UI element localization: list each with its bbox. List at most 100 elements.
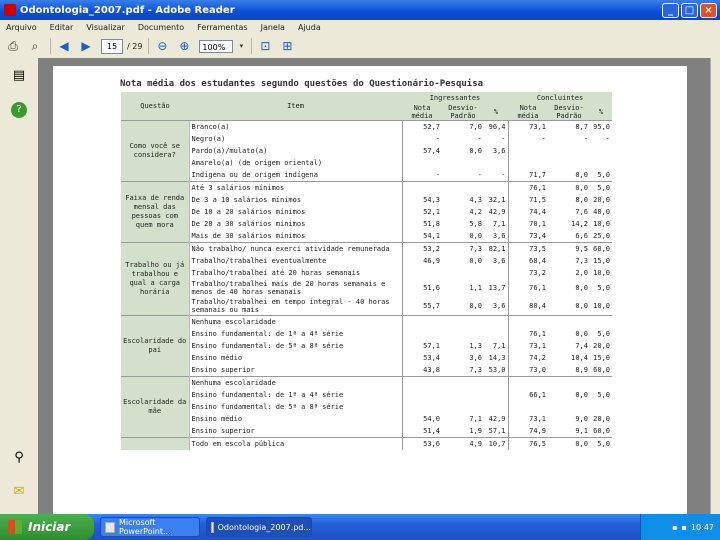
zoom-level-select[interactable]: 100%: [199, 39, 234, 53]
menu-janela[interactable]: Janela: [261, 23, 285, 32]
value-cell: [484, 181, 508, 194]
table-row: Indígena ou de origem indígena - - -71,7 0,0…: [121, 169, 612, 182]
comments-icon[interactable]: ✉: [11, 484, 27, 500]
header-item: Item: [189, 92, 402, 121]
table-row: De 3 a 10 salários mínimos 54,3 4,3 32,1 71,…: [121, 194, 612, 206]
value-cell: 0,0: [548, 181, 590, 194]
table-row: Escolaridade da mãe Nenhuma escolaridade: [121, 376, 612, 438]
item-cell: Ensino fundamental: de 1ª a 4ª série: [188, 328, 402, 340]
maximize-button[interactable]: □: [681, 2, 698, 18]
table-row: Trabalho ou já trabalhou e qual a carga …: [121, 242, 612, 316]
value-cell: -: [501, 171, 506, 179]
item-cell: Nenhuma escolaridade: [188, 315, 402, 328]
value-cell: 76,1: [507, 279, 548, 297]
dropdown-arrow-icon[interactable]: ▾: [237, 37, 245, 55]
value-cell: 73,1: [507, 340, 548, 352]
value-cell: [401, 401, 442, 413]
value-cell: [442, 315, 484, 328]
item-cell: Negro(a): [188, 133, 402, 145]
table-row: Ensino superior 43,8 7,3 53,0 73,0 8,9 60,0: [121, 364, 612, 377]
item-cell: Indígena ou de origem indígena: [188, 169, 402, 182]
search-icon[interactable]: ⌕: [26, 37, 44, 55]
zoom-out-icon[interactable]: ⊖: [153, 37, 171, 55]
value-cell: -: [583, 135, 588, 143]
value-cell: 20,0: [593, 415, 610, 423]
value-cell: 32,1: [488, 196, 506, 204]
value-cell: 3,6: [492, 302, 506, 310]
value-cell: [590, 145, 612, 157]
value-cell: 73,0: [507, 364, 548, 377]
task-powerpoint[interactable]: Microsoft PowerPoint...: [100, 517, 200, 537]
value-cell: 3,6: [492, 147, 506, 155]
value-cell: 60,0: [593, 427, 610, 435]
value-cell: 7,3: [442, 242, 484, 255]
volume-icon[interactable]: ▪: [682, 523, 687, 532]
table-row: Faixa de renda mensal das pessoas com qu…: [121, 181, 612, 243]
previous-page-icon[interactable]: ◀: [55, 37, 73, 55]
header-ingressantes: Ingressantes: [402, 92, 508, 104]
header-nota-media: Nota média: [402, 104, 442, 121]
value-cell: [548, 401, 590, 413]
close-button[interactable]: ×: [700, 2, 717, 18]
item-cell: De 3 a 10 salários mínimos: [188, 194, 402, 206]
menu-ferramentas[interactable]: Ferramentas: [197, 23, 247, 32]
value-cell: -: [501, 135, 506, 143]
menu-editar[interactable]: Editar: [50, 23, 74, 32]
header-questao: Questão: [121, 92, 189, 121]
value-cell: 15,0: [593, 354, 610, 362]
print-icon[interactable]: ⎙: [4, 37, 22, 55]
value-cell: [442, 389, 484, 401]
value-cell: [484, 315, 508, 328]
value-cell: 0,0: [469, 147, 482, 155]
title-bar: Odontologia_2007.pdf - Adobe Reader _ □ …: [0, 0, 720, 20]
value-cell: 20,0: [593, 196, 610, 204]
fit-width-icon[interactable]: ⊞: [278, 37, 296, 55]
value-cell: 9,0: [575, 415, 588, 423]
value-cell: [401, 267, 442, 279]
value-cell: 80,4: [507, 297, 548, 316]
item-cell: De 10 a 20 salários mínimos: [188, 206, 402, 218]
value-cell: 57,1: [488, 427, 506, 435]
value-cell: 57,4: [401, 145, 442, 157]
value-cell: 57,1: [401, 340, 442, 352]
question-cell: Trabalho ou já trabalhou e qual a carga …: [121, 242, 189, 316]
value-cell: 73,4: [507, 230, 548, 243]
value-cell: [401, 328, 442, 340]
pages-icon[interactable]: ▤: [11, 68, 27, 84]
value-cell: 82,1: [484, 242, 508, 255]
network-icon[interactable]: ▪: [672, 523, 677, 532]
value-cell: 51,4: [401, 425, 442, 438]
menu-ajuda[interactable]: Ajuda: [298, 23, 321, 32]
value-cell: [401, 181, 442, 194]
value-cell: 52,7: [401, 120, 442, 133]
vertical-scrollbar[interactable]: [710, 58, 720, 514]
minimize-button[interactable]: _: [662, 2, 679, 18]
value-cell: 2,0: [575, 269, 588, 277]
next-page-icon[interactable]: ▶: [77, 37, 95, 55]
zoom-in-icon[interactable]: ⊕: [175, 37, 193, 55]
value-cell: 6,6: [575, 232, 588, 240]
table-row: Como você se considera? Branco(a) 52,7 7,0 9…: [121, 120, 612, 182]
menu-arquivo[interactable]: Arquivo: [6, 23, 37, 32]
table-row: Ensino médio 53,4 3,6 14,3 74,2 10,4 15,0: [121, 352, 612, 364]
menu-visualizar[interactable]: Visualizar: [86, 23, 125, 32]
value-cell: 5,0: [597, 171, 610, 179]
item-cell: Não trabalho/ nunca exerci atividade rem…: [188, 242, 402, 255]
value-cell: 5,0: [597, 330, 610, 338]
value-cell: 3,6: [492, 232, 506, 240]
help-icon[interactable]: ?: [11, 102, 27, 118]
menu-documento[interactable]: Documento: [138, 23, 184, 32]
value-cell: 42,9: [488, 208, 506, 216]
attachments-icon[interactable]: ⚲: [11, 450, 27, 466]
item-cell: Trabalho/trabalhei mais de 20 horas sema…: [188, 279, 402, 297]
start-button[interactable]: Iniciar: [0, 514, 94, 540]
table-row: De 20 a 30 salários mínimos 51,8 5,8 7,1 70,…: [121, 218, 612, 230]
question-cell: Escolaridade do pai: [121, 315, 189, 377]
value-cell: 15,0: [593, 257, 610, 265]
page-number-input[interactable]: 15: [101, 38, 123, 54]
value-cell: 51,8: [401, 218, 442, 230]
value-cell: 71,7: [507, 169, 548, 182]
fit-page-icon[interactable]: ⊡: [256, 37, 274, 55]
task-odontologia-pdf[interactable]: Odontologia_2007.pd...: [206, 517, 312, 537]
task-label: Odontologia_2007.pd...: [217, 522, 311, 532]
